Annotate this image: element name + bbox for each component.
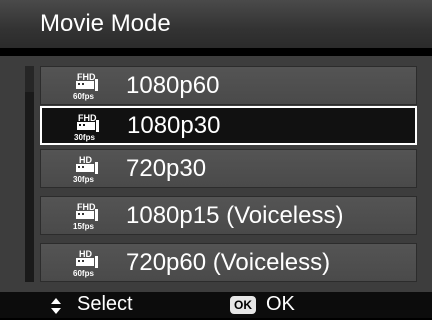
menu-item-label: 720p30 xyxy=(126,154,207,182)
menu-item-label: 720p60 (Voiceless) xyxy=(126,248,331,276)
movie-format-icon: FHD 15fps xyxy=(69,201,105,231)
svg-text:30fps: 30fps xyxy=(74,133,95,142)
svg-text:HD: HD xyxy=(79,155,92,165)
scrollbar-thumb[interactable] xyxy=(25,66,34,92)
ok-button-icon: OK xyxy=(230,296,256,314)
movie-format-icon: HD 60fps xyxy=(69,248,105,278)
svg-text:60fps: 60fps xyxy=(73,269,94,278)
svg-text:30fps: 30fps xyxy=(73,175,94,184)
menu-item-720p30[interactable]: HD 30fps 720p30 xyxy=(40,149,417,188)
up-down-arrows-icon xyxy=(51,297,61,314)
menu-item-720p60-voiceless[interactable]: HD 60fps 720p60 (Voiceless) xyxy=(40,243,417,282)
menu-item-label: 1080p15 (Voiceless) xyxy=(126,201,344,229)
select-hint-label: Select xyxy=(77,293,133,315)
header-divider xyxy=(0,48,432,56)
menu-item-1080p60[interactable]: FHD 60fps 1080p60 xyxy=(40,66,417,105)
movie-format-icon: FHD 60fps xyxy=(69,71,105,101)
movie-format-icon: HD 30fps xyxy=(69,154,105,184)
svg-text:FHD: FHD xyxy=(78,113,97,123)
movie-format-icon: FHD 30fps xyxy=(70,112,106,142)
svg-text:FHD: FHD xyxy=(77,202,96,212)
menu-item-label: 1080p60 xyxy=(126,71,220,99)
menu-title-bar: Movie Mode xyxy=(0,0,432,48)
svg-text:60fps: 60fps xyxy=(73,92,94,101)
menu-item-label: 1080p30 xyxy=(127,111,221,139)
svg-text:15fps: 15fps xyxy=(73,222,94,231)
button-hint-bar: Select OK OK xyxy=(0,292,432,318)
page-title: Movie Mode xyxy=(40,10,171,37)
svg-text:HD: HD xyxy=(79,249,92,259)
scrollbar[interactable] xyxy=(25,66,34,282)
svg-text:FHD: FHD xyxy=(77,72,96,82)
menu-item-1080p15-voiceless[interactable]: FHD 15fps 1080p15 (Voiceless) xyxy=(40,196,417,235)
menu-item-1080p30[interactable]: FHD 30fps 1080p30 xyxy=(40,106,417,145)
ok-hint-label: OK xyxy=(266,293,295,315)
